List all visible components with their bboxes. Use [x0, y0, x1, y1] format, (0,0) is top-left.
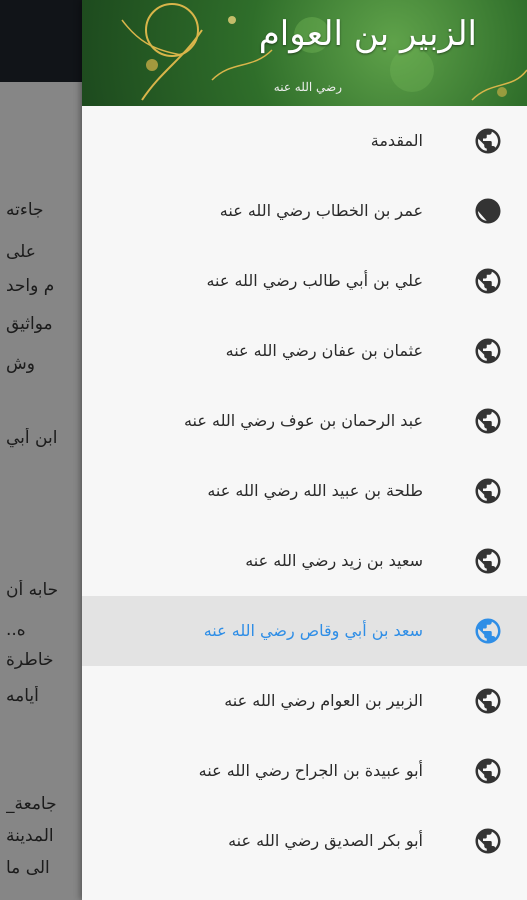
- globe-icon: [475, 688, 501, 714]
- globe-icon: [475, 408, 501, 434]
- menu-item-label: عثمان بن عفان رضي الله عنه: [225, 341, 423, 360]
- globe-icon: [475, 618, 501, 644]
- navigation-drawer: الزبير بن العوام رضي الله عنه المقدمة عم…: [82, 0, 527, 900]
- menu-item[interactable]: الزبير بن العوام رضي الله عنه: [82, 666, 527, 736]
- menu-item[interactable]: عبد الرحمان بن عوف رضي الله عنه: [82, 386, 527, 456]
- globe-icon: [475, 268, 501, 294]
- menu-item[interactable]: أبو بكر الصديق رضي الله عنه: [82, 806, 527, 876]
- menu-item-label: علي بن أبي طالب رضي الله عنه: [206, 271, 423, 290]
- globe-icon: [475, 338, 501, 364]
- menu-item[interactable]: عمر بن الخطاب رضي الله عنه: [82, 176, 527, 246]
- menu-item-label: عبد الرحمان بن عوف رضي الله عنه: [183, 411, 423, 430]
- menu-item-label: عمر بن الخطاب رضي الله عنه: [219, 201, 423, 220]
- globe-icon: [475, 828, 501, 854]
- globe-icon: [475, 128, 501, 154]
- menu-item[interactable]: طلحة بن عبيد الله رضي الله عنه: [82, 456, 527, 526]
- drawer-header-image: الزبير بن العوام رضي الله عنه: [82, 0, 527, 106]
- menu-item[interactable]: عثمان بن عفان رضي الله عنه: [82, 316, 527, 386]
- header-title: الزبير بن العوام: [258, 14, 477, 54]
- menu-item-label: الزبير بن العوام رضي الله عنه: [224, 691, 423, 710]
- menu-item[interactable]: سعيد بن زيد رضي الله عنه: [82, 526, 527, 596]
- menu-item[interactable]: أبو عبيدة بن الجراح رضي الله عنه: [82, 736, 527, 806]
- menu-item-label: سعد بن أبي وقاص رضي الله عنه: [203, 621, 423, 640]
- menu-item[interactable]: المقدمة: [82, 106, 527, 176]
- globe-icon: [475, 548, 501, 574]
- drawer-menu: المقدمة عمر بن الخطاب رضي الله عنه علي ب…: [82, 106, 527, 876]
- menu-item[interactable]: علي بن أبي طالب رضي الله عنه: [82, 246, 527, 316]
- globe-icon: [475, 478, 501, 504]
- menu-item-label: طلحة بن عبيد الله رضي الله عنه: [207, 481, 423, 500]
- menu-item-label: أبو بكر الصديق رضي الله عنه: [228, 831, 423, 850]
- globe-icon: [475, 198, 501, 224]
- menu-item-active[interactable]: سعد بن أبي وقاص رضي الله عنه: [82, 596, 527, 666]
- menu-item-label: المقدمة: [370, 131, 423, 150]
- menu-item-label: أبو عبيدة بن الجراح رضي الله عنه: [198, 761, 423, 780]
- menu-item-label: سعيد بن زيد رضي الله عنه: [245, 551, 423, 570]
- header-subtitle: رضي الله عنه: [273, 80, 342, 94]
- globe-icon: [475, 758, 501, 784]
